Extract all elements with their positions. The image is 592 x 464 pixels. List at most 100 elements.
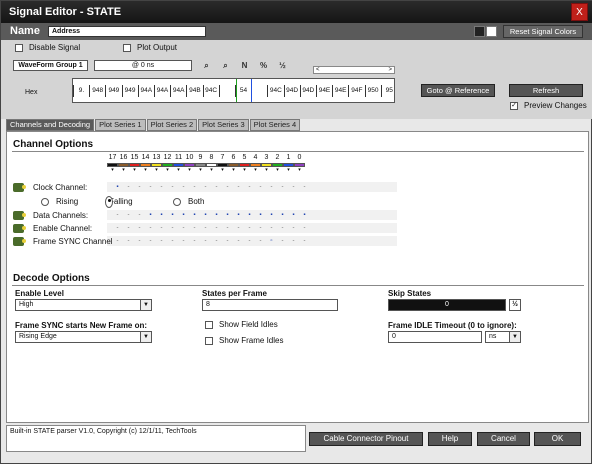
channel-cell[interactable]: ▪ [244,210,255,220]
channel-cell[interactable]: ▪ [255,210,266,220]
percent-icon[interactable]: % [258,60,269,71]
channel-cell[interactable]: - [266,223,277,233]
channel-cell[interactable]: - [145,236,156,246]
signal-name-input[interactable]: Address [48,26,206,37]
cable-connector-pinout-button[interactable]: Cable Connector Pinout [309,432,423,446]
channel-cell[interactable]: ▪ [277,210,288,220]
channel-cell[interactable]: - [255,223,266,233]
channel-cell[interactable]: - [222,182,233,192]
color-swatch-light[interactable] [486,26,497,37]
channel-cell[interactable]: ▪ [211,210,222,220]
reference-time-field[interactable]: @ 0 ns [94,60,192,71]
edge-rising[interactable]: Rising [41,196,78,207]
skip-states-input[interactable]: 0 [388,299,506,311]
channel-cell[interactable]: - [200,182,211,192]
n-divider-icon[interactable]: N [239,60,250,71]
channel-cell[interactable]: ▪ [233,210,244,220]
both-radio[interactable] [173,197,181,206]
channel-cell[interactable]: - [211,236,222,246]
channel-cell[interactable]: - [222,236,233,246]
channel-cell[interactable]: - [233,223,244,233]
channel-cell[interactable]: ▪ [288,210,299,220]
chevron-down-icon[interactable]: ▼ [140,300,151,310]
show-field-idles-checkbox[interactable] [205,320,213,329]
rising-radio[interactable] [41,197,49,206]
scroll-right-arrow[interactable]: > [388,67,392,74]
channel-cell[interactable]: - [156,182,167,192]
tab-3[interactable]: Plot Series 3 [198,119,249,131]
channel-cell[interactable]: - [233,236,244,246]
scroll-left-arrow[interactable]: < [316,67,320,74]
channel-cell[interactable]: - [211,223,222,233]
channel-cell[interactable]: - [167,223,178,233]
channel-cell[interactable]: - [145,182,156,192]
sync-edge-select[interactable]: Rising Edge ▼ [15,331,152,343]
channel-cell[interactable]: ▪ [178,210,189,220]
channel-cell[interactable]: ▪ [145,210,156,220]
channel-cell[interactable]: ▪ [266,210,277,220]
channel-cell[interactable]: - [277,223,288,233]
channel-cell[interactable]: - [145,223,156,233]
channel-cell[interactable]: - [189,236,200,246]
channel-cell[interactable]: - [299,223,310,233]
channel-cell[interactable]: - [233,182,244,192]
channel-cell[interactable]: - [244,223,255,233]
preview-changes-checkbox[interactable]: ✓ [510,101,518,110]
channel-cell[interactable]: - [123,210,134,220]
color-swatch-dark[interactable] [474,26,485,37]
edge-falling[interactable]: Falling [105,195,133,208]
channel-cell[interactable]: - [134,236,145,246]
channel-cell[interactable]: - [112,223,123,233]
channel-cell[interactable]: - [134,182,145,192]
channel-cell[interactable]: - [134,223,145,233]
fraction-icon[interactable]: ½ [509,299,521,311]
cancel-button[interactable]: Cancel [477,432,530,446]
tab-4[interactable]: Plot Series 4 [249,119,301,131]
waveform-preview[interactable]: 9. 948 949 949 94A 94A 94A 94B 94C 54 94C 94D 94D 94E… [72,78,395,103]
chevron-down-icon[interactable]: ▼ [509,332,520,342]
states-per-frame-input[interactable]: 8 [202,299,338,311]
help-button[interactable]: Help [428,432,472,446]
channel-cell[interactable]: - [178,236,189,246]
reset-signal-colors-button[interactable]: Reset Signal Colors [503,25,583,38]
channel-cell[interactable]: - [200,223,211,233]
channel-cell[interactable]: - [112,210,123,220]
plot-output-checkbox[interactable] [123,43,131,52]
goto-reference-button[interactable]: Goto @ Reference [421,84,495,97]
channel-cell[interactable]: - [288,182,299,192]
channel-cell[interactable]: - [123,223,134,233]
channel-cell[interactable]: ▪ [156,210,167,220]
zoom-in-icon[interactable]: ⌕ [201,60,212,71]
disable-signal-checkbox[interactable] [15,43,23,52]
tab-1[interactable]: Plot Series 1 [95,119,146,131]
channel-cell[interactable]: - [266,182,277,192]
channel-cell[interactable]: - [123,236,134,246]
zoom-out-icon[interactable]: ⌕ [220,60,231,71]
channel-cell[interactable]: - [156,236,167,246]
channel-cell[interactable]: - [123,182,134,192]
channel-cell[interactable]: - [244,182,255,192]
chevron-down-icon[interactable]: ▼ [140,332,151,342]
channel-cell[interactable]: - [167,182,178,192]
close-button[interactable]: X [571,3,588,21]
disable-signal-option[interactable]: Disable Signal [15,43,80,52]
channel-cell[interactable]: ▫ [266,236,277,246]
show-frame-idles-checkbox[interactable] [205,336,213,345]
channel-cell[interactable]: - [167,236,178,246]
fraction-icon[interactable]: ½ [277,60,288,71]
channel-cell[interactable]: ▪ [222,210,233,220]
channel-cell[interactable]: - [211,182,222,192]
channel-cell[interactable]: - [299,182,310,192]
enable-level-select[interactable]: High ▼ [15,299,152,311]
ok-button[interactable]: OK [534,432,581,446]
channel-cell[interactable]: - [277,236,288,246]
channel-cell[interactable]: - [178,182,189,192]
tab-2[interactable]: Plot Series 2 [146,119,198,131]
channel-cell[interactable]: - [277,182,288,192]
channel-cell[interactable]: - [288,236,299,246]
waveform-scrollbar[interactable]: < > [313,66,395,74]
channel-cell[interactable]: - [156,223,167,233]
falling-radio[interactable] [105,195,113,208]
channel-cell[interactable]: - [112,236,123,246]
channel-cell[interactable]: ▪ [112,182,123,192]
